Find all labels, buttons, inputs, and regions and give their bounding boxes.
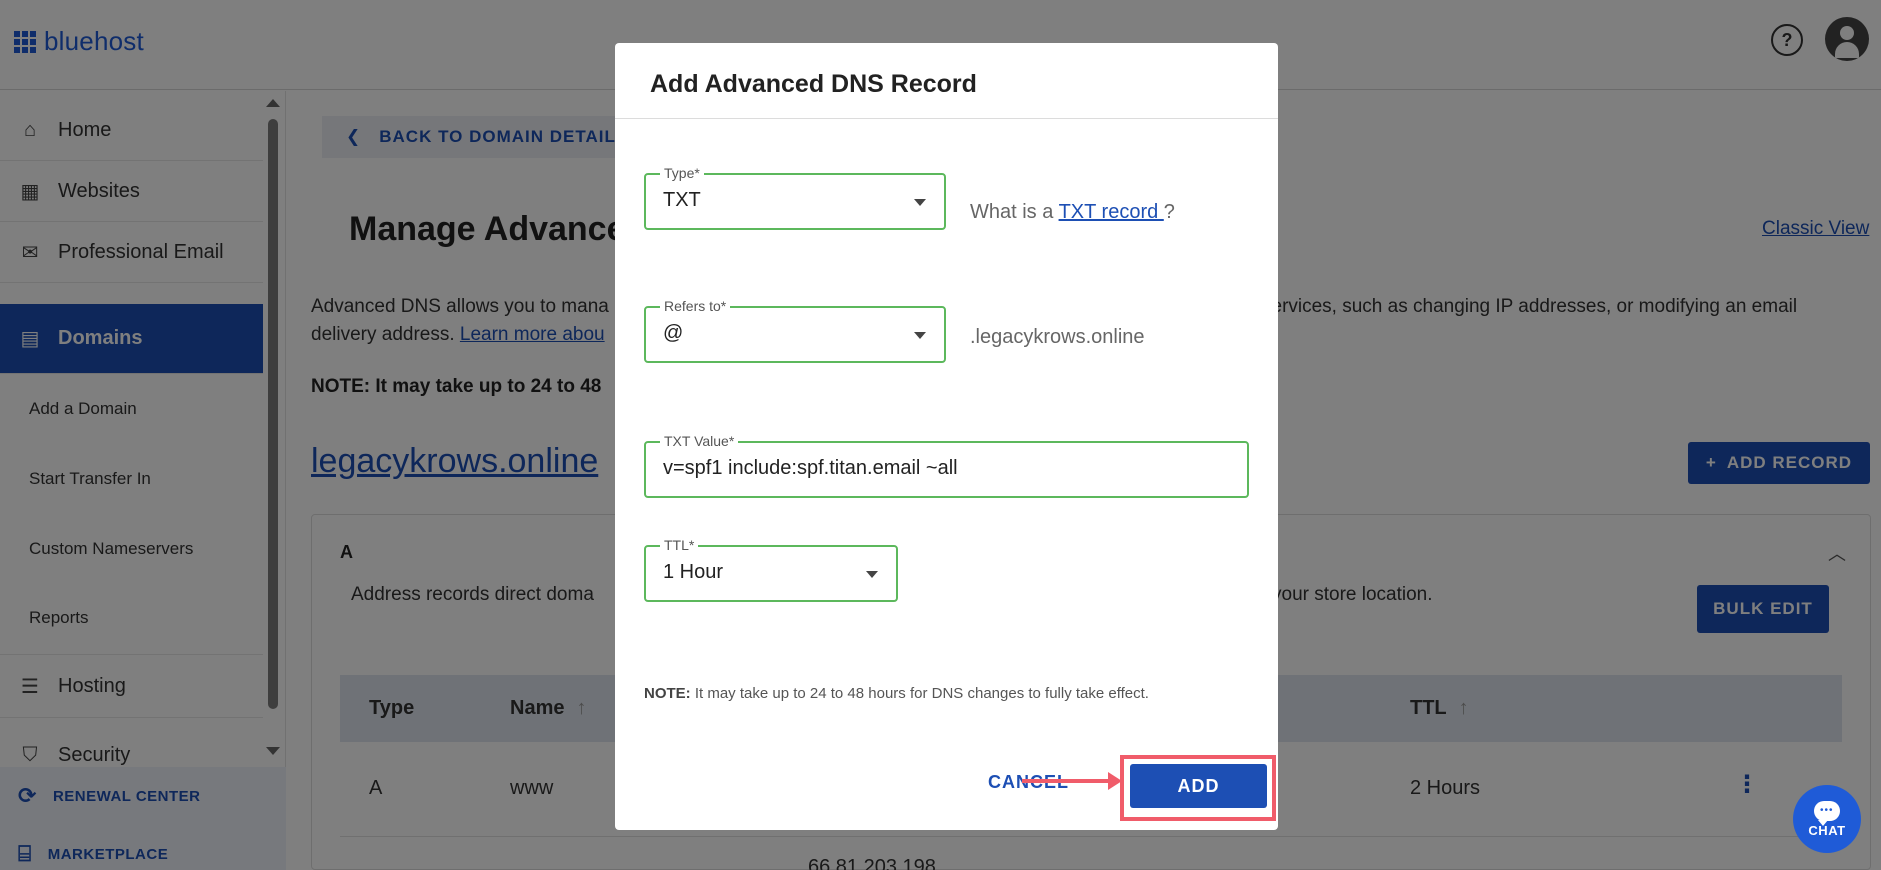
dialog-note: NOTE: It may take up to 24 to 48 hours f… [644,685,1149,702]
chat-button[interactable]: ••• CHAT [1793,785,1861,853]
dropdown-caret-icon [914,332,926,339]
type-select[interactable]: Type* TXT [644,165,946,230]
add-button[interactable]: ADD [1130,764,1267,808]
refers-to-select[interactable]: Refers to* @ [644,298,946,363]
dialog-divider [615,118,1278,119]
txt-record-help-link[interactable]: TXT record [1059,201,1164,223]
refers-to-label: Refers to* [660,298,731,314]
type-help-text: What is a TXT record ? [970,201,1175,224]
ttl-select[interactable]: TTL* 1 Hour [644,537,898,602]
annotation-arrow-line [1022,779,1112,783]
txt-value-text: v=spf1 include:spf.titan.email ~all [663,457,958,479]
note-bold: NOTE: [644,685,691,702]
ttl-value: 1 Hour [663,561,724,583]
domain-suffix: .legacykrows.online [970,326,1145,348]
add-dns-record-dialog: Add Advanced DNS Record Type* TXT What i… [615,43,1278,830]
dropdown-caret-icon [866,571,878,578]
type-help-suffix: ? [1163,201,1175,223]
dialog-title: Add Advanced DNS Record [650,70,977,98]
note-text: It may take up to 24 to 48 hours for DNS… [690,685,1149,702]
type-help-prefix: What is a [970,201,1059,223]
refers-to-value: @ [663,322,684,344]
txt-value-label: TXT Value* [660,433,739,449]
type-label: Type* [660,165,704,181]
dropdown-caret-icon [914,199,926,206]
txt-value-input[interactable]: TXT Value* v=spf1 include:spf.titan.emai… [644,433,1249,498]
chat-bubble-icon: ••• [1814,800,1840,826]
type-value: TXT [663,189,701,211]
ttl-label: TTL* [660,537,699,553]
